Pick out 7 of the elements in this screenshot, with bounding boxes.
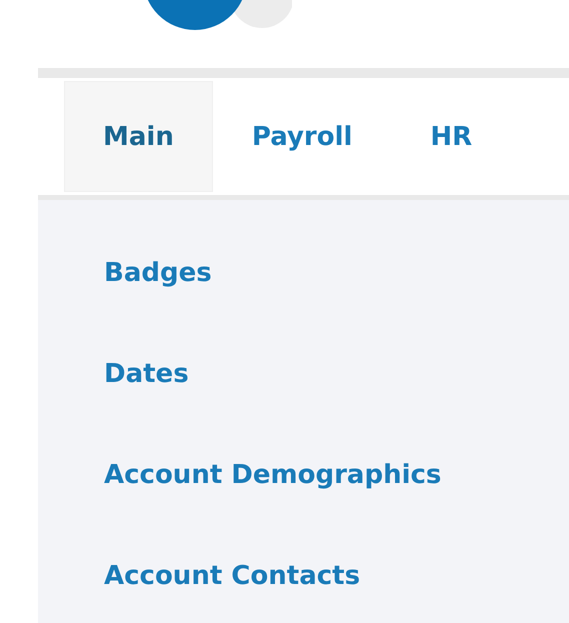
menu-link[interactable]: Dates — [104, 358, 189, 388]
tab[interactable]: Main — [64, 81, 213, 192]
tab[interactable]: HR — [391, 81, 512, 192]
menu-link[interactable]: Account Demographics — [104, 460, 442, 490]
menu-link[interactable]: Account Contacts — [104, 560, 360, 590]
menu-link[interactable]: Badges — [104, 258, 212, 288]
tab[interactable]: Payroll — [212, 81, 392, 192]
